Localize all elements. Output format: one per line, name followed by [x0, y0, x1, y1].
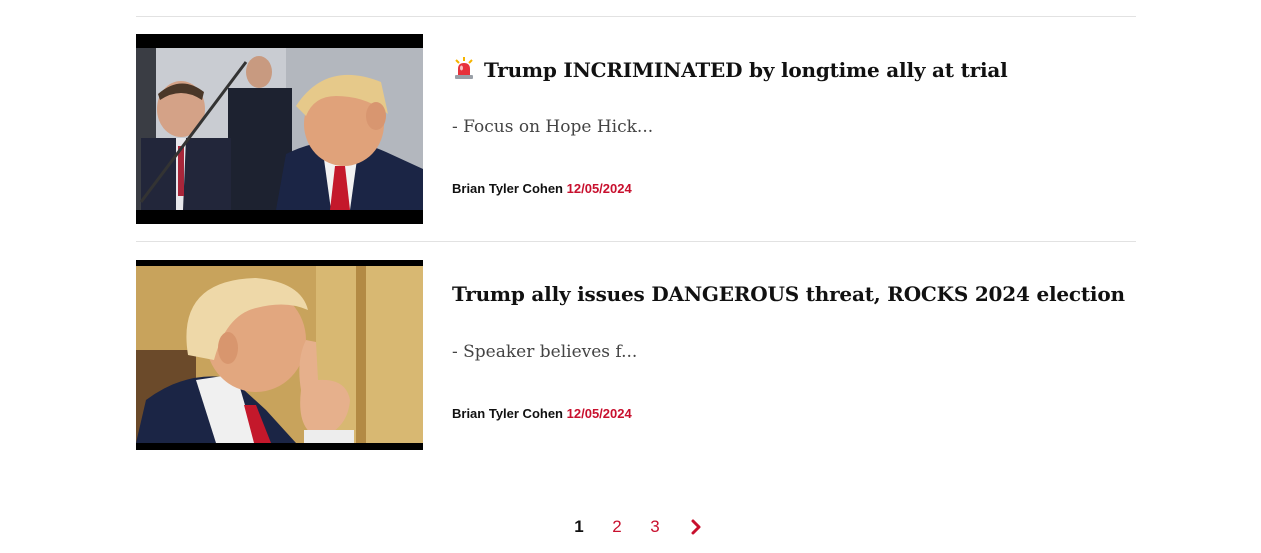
- siren-icon: [452, 56, 476, 85]
- page-link-3[interactable]: 3: [636, 517, 674, 537]
- article-meta: Brian Tyler Cohen 12/05/2024: [452, 406, 632, 421]
- article-author[interactable]: Brian Tyler Cohen: [452, 406, 563, 421]
- page-link-2[interactable]: 2: [598, 517, 636, 537]
- article-date: 12/05/2024: [566, 181, 632, 196]
- article-thumbnail[interactable]: [136, 260, 423, 450]
- article-title[interactable]: Trump INCRIMINATED by longtime ally at t…: [452, 56, 1008, 85]
- article-excerpt: - Focus on Hope Hick...: [452, 117, 654, 137]
- article-item: Trump ally issues DANGEROUS threat, ROCK…: [136, 260, 1136, 450]
- article-item: Trump INCRIMINATED by longtime ally at t…: [136, 34, 1136, 224]
- chevron-right-icon[interactable]: [684, 515, 708, 539]
- divider: [136, 16, 1136, 17]
- article-thumbnail[interactable]: [136, 34, 423, 224]
- page-current: 1: [574, 517, 584, 536]
- article-author[interactable]: Brian Tyler Cohen: [452, 181, 563, 196]
- article-title[interactable]: Trump ally issues DANGEROUS threat, ROCK…: [452, 282, 1125, 306]
- article-title-text: Trump ally issues DANGEROUS threat, ROCK…: [452, 282, 1125, 306]
- divider: [136, 241, 1136, 242]
- article-list-page: Trump INCRIMINATED by longtime ally at t…: [0, 0, 1261, 553]
- article-excerpt: - Speaker believes f...: [452, 342, 638, 362]
- pagination: 1 2 3: [560, 515, 708, 539]
- article-meta: Brian Tyler Cohen 12/05/2024: [452, 181, 632, 196]
- article-title-text: Trump INCRIMINATED by longtime ally at t…: [484, 58, 1008, 82]
- article-date: 12/05/2024: [566, 406, 632, 421]
